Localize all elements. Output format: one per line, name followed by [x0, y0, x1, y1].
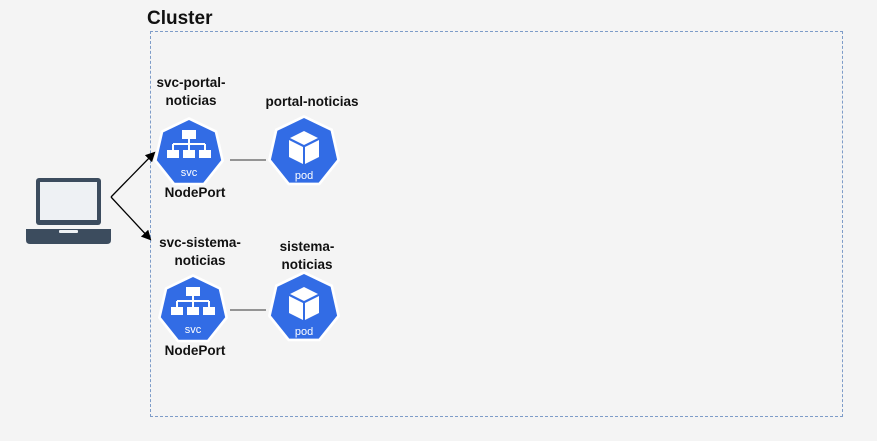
arrow-to-svc-portal: [110, 151, 156, 198]
svc-icon: svc: [153, 117, 225, 186]
diagram-canvas: svc svc pod pod: [26, 115, 341, 343]
svc-icon-label: svc: [181, 167, 198, 179]
svc-icon: svc: [157, 274, 229, 343]
pod-icon-label: pod: [295, 170, 313, 182]
pod-icon: pod: [267, 115, 341, 186]
arrow-to-svc-sistema: [110, 196, 152, 241]
pod-icon-label: pod: [295, 326, 313, 338]
svc-icon-label: svc: [185, 324, 202, 336]
laptop-icon: [26, 178, 111, 244]
pod-icon: pod: [267, 271, 341, 342]
